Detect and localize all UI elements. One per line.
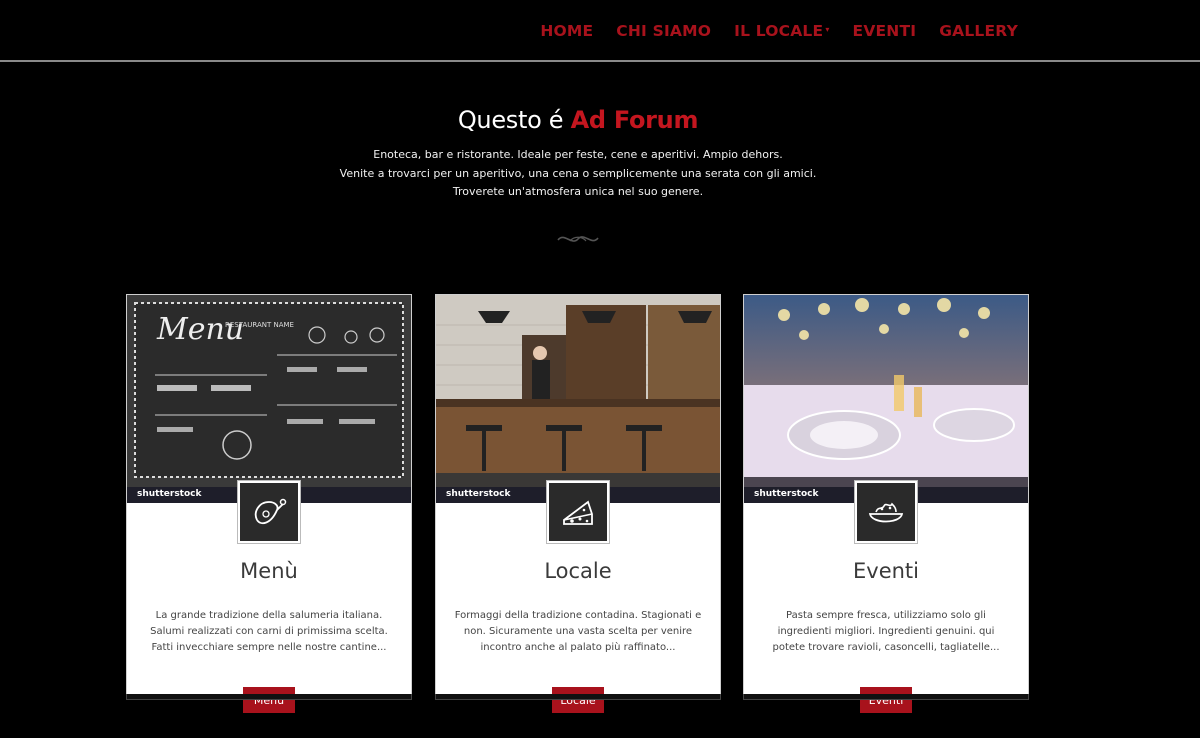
card-description: Pasta sempre fresca, utilizziamo solo gl…: [772, 610, 1000, 653]
nav-chi-siamo[interactable]: CHI SIAMO: [616, 22, 711, 40]
card-title: Eventi: [853, 559, 919, 583]
menu-chalkboard-image: Menu RESTAURANT NAME shutterstock: [127, 295, 411, 503]
nav-eventi[interactable]: EVENTI: [853, 22, 917, 40]
nav-gallery[interactable]: GALLERY: [939, 22, 1018, 40]
card-eventi: shutterstock Eventi Pasta sempre fresca,…: [743, 294, 1029, 713]
watermark-text: shutterstock: [137, 489, 202, 499]
watermark-text: shutterstock: [754, 489, 819, 499]
chevron-down-icon: ▾: [825, 25, 830, 34]
hero-line-1: Enoteca, bar e ristorante. Ideale per fe…: [373, 148, 783, 161]
card-title: Menù: [240, 559, 298, 583]
pasta-bowl-icon: [854, 480, 918, 544]
watermark-text: shutterstock: [446, 489, 511, 499]
flourish-divider-icon: [557, 236, 599, 242]
bar-interior-image: shutterstock: [436, 295, 720, 503]
card-description: La grande tradizione della salumeria ita…: [150, 610, 388, 653]
main-nav: HOME CHI SIAMO IL LOCALE ▾ EVENTI GALLERY: [517, 22, 1018, 40]
ham-leg-icon: [237, 480, 301, 544]
brand-name: Ad Forum: [570, 106, 699, 134]
top-navbar: HOME CHI SIAMO IL LOCALE ▾ EVENTI GALLERY: [0, 0, 1200, 62]
nav-il-locale-label: IL LOCALE: [734, 22, 824, 40]
locale-button[interactable]: Locale: [552, 687, 604, 713]
nav-il-locale[interactable]: IL LOCALE ▾: [734, 22, 829, 40]
hero-description: Enoteca, bar e ristorante. Ideale per fe…: [0, 146, 1156, 202]
title-prefix: Questo é: [457, 106, 571, 134]
chalk-menu-title: Menu: [156, 312, 244, 347]
card-shadow: [743, 694, 1029, 700]
card-description: Formaggi della tradizione contadina. Sta…: [454, 610, 702, 653]
cheese-icon: [546, 480, 610, 544]
hero-line-3: Troverete un'atmosfera unica nel suo gen…: [452, 185, 704, 198]
menu-button[interactable]: Menù: [243, 687, 295, 713]
page-title: Questo é Ad Forum: [0, 106, 1156, 134]
outdoor-dinner-image: shutterstock: [744, 295, 1028, 503]
eventi-button[interactable]: Eventi: [860, 687, 912, 713]
card-shadow: [126, 694, 412, 700]
card-menu: Menu RESTAURANT NAME shutterstock Menù L…: [126, 294, 412, 713]
hero-line-2: Venite a trovarci per un aperitivo, una …: [339, 166, 817, 180]
nav-home[interactable]: HOME: [540, 22, 593, 40]
chalk-restaurant-name: RESTAURANT NAME: [225, 321, 294, 329]
card-title: Locale: [544, 559, 612, 583]
card-locale: shutterstock Locale Formaggi della tradi…: [435, 294, 721, 713]
card-shadow: [435, 694, 721, 700]
